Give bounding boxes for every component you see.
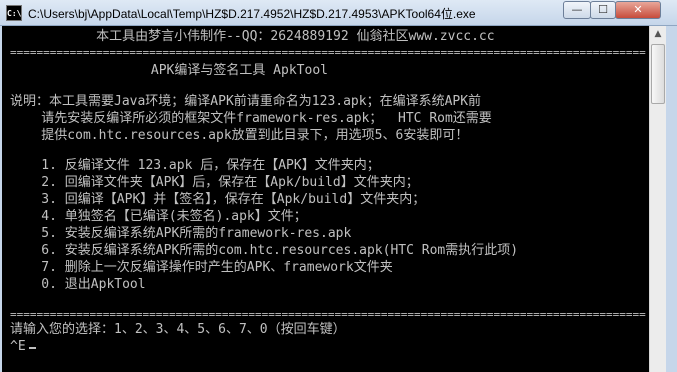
header-line: 本工具由梦言小伟制作--QQ：2624889192 仙翁社区www.zvcc.c… bbox=[10, 29, 495, 44]
description-line-2: 请先安装反编译所必须的框架文件framework-res.apk； HTC Ro… bbox=[10, 111, 492, 126]
scrollbar-thumb[interactable] bbox=[651, 44, 665, 104]
menu-option-6: 6. 安装反编译系统APK所需的com.htc.resources.apk(HT… bbox=[10, 243, 519, 258]
menu-option-1: 1. 反编译文件 123.apk 后，保存在【APK】文件夹内； bbox=[10, 158, 380, 173]
description-line-1: 说明：本工具需要Java环境；编译APK前请重命名为123.apk；在编译系统A… bbox=[10, 94, 482, 109]
input-prompt: 请输入您的选择：1、2、3、4、5、6、7、0（按回车键） bbox=[10, 322, 346, 337]
console-output[interactable]: 本工具由梦言小伟制作--QQ：2624889192 仙翁社区www.zvcc.c… bbox=[2, 26, 649, 372]
menu-option-2: 2. 回编译文件夹【APK】后，保存在【Apk/build】文件夹内； bbox=[10, 175, 419, 190]
title-bar[interactable]: C:\ C:\Users\bj\AppData\Local\Temp\HZ$D.… bbox=[0, 0, 677, 26]
input-echo[interactable]: ^E bbox=[10, 338, 26, 355]
menu-option-4: 4. 单独签名【已编译(未签名).apk】文件； bbox=[10, 209, 307, 224]
menu-option-3: 3. 回编译【APK】并【签名】，保存在【Apk/build】文件夹内； bbox=[10, 192, 426, 207]
window-title: C:\Users\bj\AppData\Local\Temp\HZ$D.217.… bbox=[28, 7, 476, 21]
vertical-scrollbar[interactable]: ▲ bbox=[649, 26, 666, 372]
console-app-icon[interactable]: C:\ bbox=[6, 5, 22, 21]
menu-option-5: 5. 安装反编译系统APK所需的framework-res.apk bbox=[10, 226, 352, 241]
minimize-button[interactable]: — bbox=[563, 1, 591, 19]
menu-option-7: 7. 删除上一次反编译操作时产生的APK、framework文件夹 bbox=[10, 260, 393, 275]
tool-title: APK编译与签名工具 ApkTool bbox=[10, 63, 328, 78]
window-frame-right bbox=[666, 26, 677, 372]
description-line-3: 提供com.htc.resources.apk放置到此目录下，用选项5、6安装即… bbox=[10, 128, 469, 143]
scroll-up-arrow-icon[interactable]: ▲ bbox=[650, 26, 666, 43]
maximize-button[interactable]: ☐ bbox=[590, 1, 616, 19]
menu-option-0: 0. 退出ApkTool bbox=[10, 277, 146, 292]
top-rule: ========================================… bbox=[10, 46, 646, 59]
close-button[interactable]: ✕ bbox=[615, 1, 661, 19]
text-cursor bbox=[29, 347, 36, 349]
